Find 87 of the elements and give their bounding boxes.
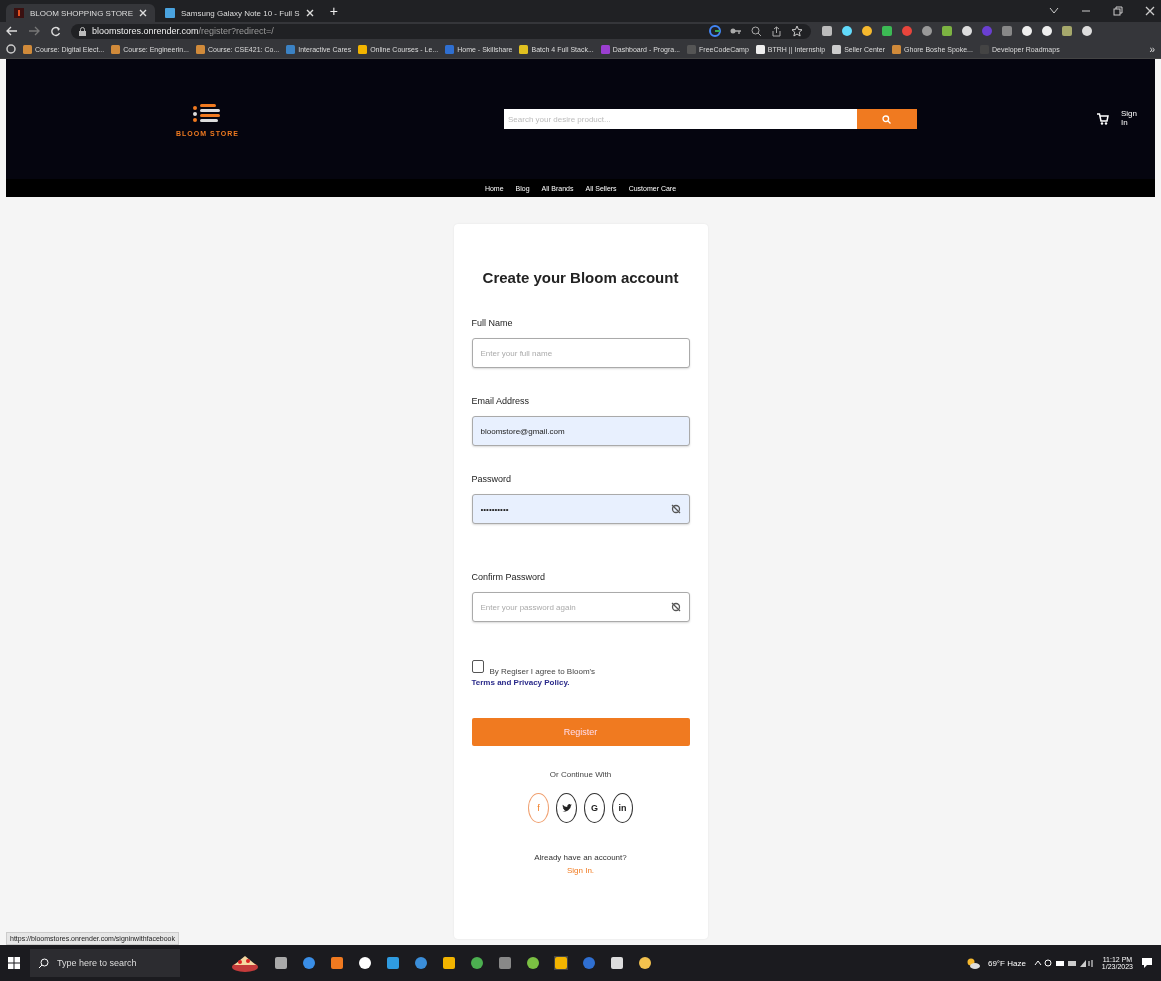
app-icon[interactable] — [610, 956, 624, 970]
apps-icon[interactable] — [6, 44, 16, 54]
extension-icon[interactable] — [881, 25, 893, 37]
extension-icon[interactable] — [1041, 25, 1053, 37]
favicon-icon — [14, 8, 24, 18]
forward-arrow-icon — [28, 26, 40, 36]
extension-icon[interactable] — [961, 25, 973, 37]
browser-tab[interactable]: Samsung Galaxy Note 10 - Full S — [157, 4, 322, 22]
taskbar-search-field[interactable]: Type here to search — [30, 949, 180, 977]
extension-icon[interactable] — [841, 25, 853, 37]
field-label: Full Name — [471, 318, 514, 328]
new-tab-button[interactable]: + — [329, 4, 338, 18]
extension-icon[interactable] — [1061, 25, 1073, 37]
terms-link[interactable]: Terms and Privacy Policy. — [471, 678, 570, 688]
input-field[interactable]: •••••••••• — [471, 494, 690, 524]
close-icon[interactable] — [139, 9, 147, 17]
bookmark-favicon-icon — [832, 44, 842, 54]
form-title: Create your Bloom account — [481, 269, 680, 286]
bookmark-favicon-icon — [519, 44, 529, 54]
zoom-icon[interactable] — [751, 25, 762, 37]
bookmark-favicon-icon — [755, 44, 765, 54]
extension-icon[interactable] — [1081, 25, 1093, 37]
linkedin-button[interactable]: in — [612, 793, 633, 824]
star-icon[interactable] — [791, 25, 803, 37]
chevron-down-icon[interactable] — [1049, 7, 1059, 15]
app-icon[interactable] — [274, 956, 288, 970]
reload-icon[interactable] — [50, 25, 61, 37]
bookmark-favicon-icon — [111, 44, 121, 54]
extension-icon[interactable] — [1021, 25, 1033, 37]
sign-in-link[interactable]: Sign In — [1121, 110, 1137, 128]
bookmark-favicon-icon — [892, 44, 902, 54]
input-field[interactable]: bloomstore@gmail.com — [471, 416, 690, 446]
key-icon[interactable] — [730, 27, 742, 35]
continue-with-text: Or Continue With — [548, 770, 613, 780]
google-button[interactable]: G — [584, 793, 605, 824]
weather-text: 69°F Haze — [987, 958, 1026, 968]
url-text: bloomstores.onrender.com/register?redirect=/ — [92, 26, 274, 36]
bookmark-favicon-icon — [358, 44, 368, 54]
favicon-icon — [165, 8, 175, 18]
app-icon[interactable] — [638, 956, 652, 970]
minimize-icon[interactable] — [1081, 7, 1091, 15]
input-field[interactable]: Enter your full name — [471, 338, 690, 368]
bookmark-favicon-icon — [286, 44, 296, 54]
agree-text: By Regiser I agree to Bloom's Terms and Privacy Policy. — [471, 667, 596, 688]
windows-start-icon[interactable] — [8, 957, 20, 969]
cart-icon[interactable] — [1097, 113, 1109, 125]
weather-icon — [965, 957, 980, 969]
google-icon[interactable] — [709, 25, 721, 37]
field-label: Confirm Password — [471, 572, 547, 582]
app-icon[interactable] — [358, 956, 372, 970]
bookmark-favicon-icon — [23, 44, 32, 54]
notification-icon[interactable] — [1141, 957, 1153, 969]
tray-icons-drawing[interactable] — [1033, 958, 1094, 968]
bird-icon — [561, 803, 572, 813]
app-icon[interactable] — [386, 956, 400, 970]
extension-icon[interactable] — [941, 25, 953, 37]
agree-checkbox[interactable] — [471, 660, 484, 673]
close-icon[interactable] — [1145, 6, 1155, 16]
browser-tab[interactable]: BLOOM SHOPPING STORE — [6, 4, 155, 22]
restore-icon[interactable] — [1113, 6, 1123, 16]
bookmark-favicon-icon — [196, 44, 205, 54]
close-icon[interactable] — [305, 9, 314, 17]
input-field[interactable]: Enter your password again — [471, 592, 690, 622]
share-icon[interactable] — [771, 25, 782, 37]
twitter-button[interactable] — [556, 793, 577, 824]
search-icon — [882, 114, 892, 124]
cake-icon[interactable] — [230, 953, 260, 973]
app-icon[interactable] — [442, 956, 456, 970]
eye-slash-icon[interactable] — [670, 504, 681, 514]
lock-icon — [79, 26, 86, 36]
address-bar[interactable]: bloomstores.onrender.com/register?redirect=/ — [71, 23, 811, 39]
eye-slash-icon[interactable] — [670, 602, 681, 612]
bookmark-favicon-icon — [687, 44, 697, 54]
extension-icon[interactable] — [821, 25, 833, 37]
field-label: Password — [471, 474, 512, 484]
search-icon — [38, 957, 49, 969]
bookmark-favicon-icon — [445, 44, 455, 54]
extension-icon[interactable] — [921, 25, 933, 37]
account-prompt-text: Already have an account? — [533, 853, 628, 863]
bookmark-favicon-icon — [600, 44, 610, 54]
app-icon[interactable] — [330, 956, 344, 970]
more-bookmarks-button[interactable]: » — [1149, 43, 1155, 55]
app-icon[interactable] — [470, 956, 484, 970]
extension-icon[interactable] — [861, 25, 873, 37]
app-icon[interactable] — [526, 956, 540, 970]
back-arrow-icon[interactable] — [6, 26, 18, 36]
field-label: Email Address — [471, 396, 531, 406]
